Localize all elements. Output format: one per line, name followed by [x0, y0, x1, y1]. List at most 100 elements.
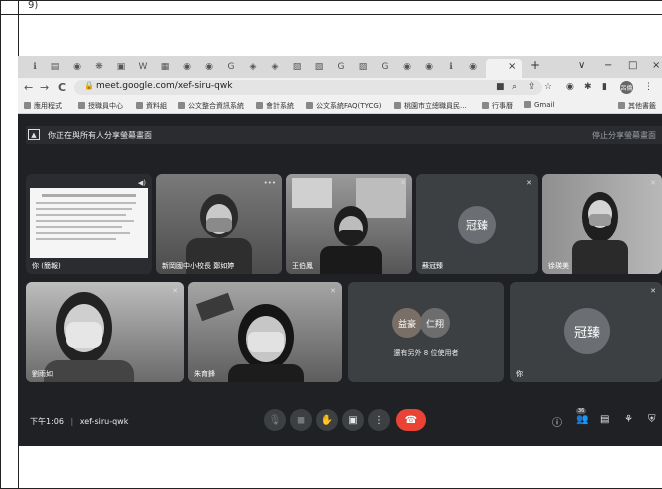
meeting-controls-bar: 下午1:06 | xef-siru-qwk 🎙 ◼ ✋ ▣ ⋮ ☎ ⓘ 36 👥…: [18, 400, 662, 446]
bookmark-item[interactable]: 公文系統FAQ(TYCG): [306, 101, 382, 111]
mic-off-icon: ✕: [526, 179, 532, 187]
active-tab[interactable]: ×: [486, 59, 522, 78]
share-icon[interactable]: ⇪: [528, 82, 536, 92]
participant-tile[interactable]: ✕ 朱育鋒: [188, 282, 342, 382]
camera-icon[interactable]: ■: [496, 82, 505, 92]
participant-tile[interactable]: ✕ 王伯鳳: [286, 174, 412, 274]
stop-presenting-button[interactable]: 停止分享螢幕畫面: [592, 130, 656, 141]
tab-icon[interactable]: ◉: [178, 60, 196, 74]
participant-tile[interactable]: ◀) 你 (簡報): [26, 174, 152, 274]
participant-tile[interactable]: ✕ 劉雨如: [26, 282, 184, 382]
globe-icon: [256, 102, 263, 109]
extension-icon[interactable]: ◉: [566, 82, 574, 92]
tab-icon[interactable]: ◈: [266, 60, 284, 74]
avatar: 冠臻: [564, 308, 610, 354]
bookmark-item[interactable]: 行事曆: [482, 101, 513, 111]
tab-icon[interactable]: G: [332, 60, 350, 74]
participant-tile[interactable]: ••• 新岡國中小校長 鄭如婷: [156, 174, 282, 274]
presenting-banner: ▲ 你正在與所有人分享螢幕畫面 停止分享螢幕畫面: [26, 126, 662, 144]
mic-off-icon: ✕: [330, 287, 336, 295]
bookmark-item[interactable]: 資料組: [136, 101, 167, 111]
tab-icon[interactable]: ◉: [398, 60, 416, 74]
people-icon[interactable]: 👥: [576, 414, 588, 425]
tab-icon[interactable]: ◉: [68, 60, 86, 74]
back-icon[interactable]: ←: [24, 81, 33, 94]
bookmark-item[interactable]: 授職員中心: [78, 101, 123, 111]
tab-strip: ℹ ▤ ◉ ❋ ▣ W ▦ ◉ ◉ G ◈ ◈ ▧ ▧ G ▨ G ◉ ◉ ℹ …: [18, 56, 662, 78]
present-icon: ▲: [28, 129, 40, 140]
tab-icon[interactable]: ℹ: [26, 60, 44, 74]
tab-icon[interactable]: G: [376, 60, 394, 74]
url-text[interactable]: meet.google.com/xef-siru-qwk: [96, 81, 232, 91]
bookmark-item[interactable]: 公文整合資訊系統: [178, 101, 244, 111]
close-window-button[interactable]: ×: [652, 60, 660, 71]
close-tab-icon[interactable]: ×: [508, 61, 516, 72]
puzzle-icon[interactable]: ✱: [584, 82, 592, 92]
info-icon[interactable]: ⓘ: [552, 414, 562, 429]
more-options-button[interactable]: ⋮: [368, 409, 390, 431]
chat-icon[interactable]: ▤: [600, 414, 609, 425]
sidepanel-icon[interactable]: ▮: [602, 82, 607, 92]
reload-icon[interactable]: C: [58, 81, 66, 94]
minimize-button[interactable]: −: [604, 60, 612, 71]
folder-icon: [618, 102, 625, 109]
tab-icon[interactable]: G: [222, 60, 240, 74]
participant-tile[interactable]: 冠臻 ✕ 蘇冠臻: [416, 174, 538, 274]
forward-icon[interactable]: →: [40, 81, 49, 94]
tab-icon[interactable]: ▦: [156, 60, 174, 74]
new-tab-button[interactable]: +: [530, 58, 540, 72]
tab-search-icon[interactable]: ∨: [578, 60, 585, 71]
tab-icon[interactable]: ▨: [354, 60, 372, 74]
lock-icon: 🔒: [84, 81, 94, 90]
leave-call-button[interactable]: ☎: [396, 409, 426, 431]
volume-icon: ◀): [137, 179, 146, 187]
participant-tile[interactable]: 冠臻 ✕ 你: [510, 282, 662, 382]
profile-avatar[interactable]: 呂倫: [620, 81, 633, 94]
bookmark-item[interactable]: 會計系統: [256, 101, 294, 111]
doc-icon: [306, 102, 313, 109]
present-button[interactable]: ▣: [342, 409, 364, 431]
more-participants-label: 還有另外 8 位使用者: [393, 349, 459, 357]
tab-icon[interactable]: ▤: [46, 60, 64, 74]
tab-icon[interactable]: ◉: [420, 60, 438, 74]
menu-icon[interactable]: ⋮: [644, 82, 653, 92]
tab-icon[interactable]: ℹ: [442, 60, 460, 74]
meeting-code: xef-siru-qwk: [79, 417, 129, 426]
bookmark-item[interactable]: 桃園市立總職員民...: [394, 101, 467, 111]
participant-tile[interactable]: ✕ 徐瑛美: [542, 174, 662, 274]
page-frame: 9) ℹ ▤ ◉ ❋ ▣ W ▦ ◉ ◉ G ◈ ◈ ▧ ▧ G ▨ G ◉ ◉…: [0, 0, 662, 489]
bookmark-item[interactable]: 其他書籤: [618, 101, 656, 111]
avatar: 冠臻: [458, 206, 496, 244]
tab-icon[interactable]: ▧: [310, 60, 328, 74]
activities-icon[interactable]: ⚘: [624, 414, 633, 425]
avatar: 仁翔: [420, 308, 450, 338]
host-controls-icon[interactable]: ⛨: [648, 414, 656, 425]
meeting-info: 下午1:06 | xef-siru-qwk: [30, 417, 129, 426]
bookmark-star-icon[interactable]: ☆: [544, 82, 552, 92]
tab-icon[interactable]: ◈: [244, 60, 262, 74]
raise-hand-button[interactable]: ✋: [316, 409, 338, 431]
meet-page: ▲ 你正在與所有人分享螢幕畫面 停止分享螢幕畫面 ◀) 你 (簡報) ••• 新…: [18, 114, 662, 446]
participant-name: 王伯鳳: [292, 262, 313, 270]
browser-screenshot: ℹ ▤ ◉ ❋ ▣ W ▦ ◉ ◉ G ◈ ◈ ▧ ▧ G ▨ G ◉ ◉ ℹ …: [18, 56, 662, 446]
audio-level-icon: •••: [263, 179, 276, 187]
corner-label: 9): [28, 0, 39, 11]
mic-off-icon: ✕: [172, 287, 178, 295]
participant-group-tile[interactable]: 益豪 仁翔 還有另外 8 位使用者: [348, 282, 504, 382]
bookmark-item[interactable]: 應用程式: [24, 101, 62, 111]
participant-name: 新岡國中小校長 鄭如婷: [162, 262, 235, 270]
tab-icon[interactable]: ▣: [112, 60, 130, 74]
bookmark-item[interactable]: Gmail: [524, 101, 554, 109]
tab-icon[interactable]: ▧: [288, 60, 306, 74]
tab-icon[interactable]: W: [134, 60, 152, 74]
mic-button[interactable]: 🎙: [264, 409, 286, 431]
tab-icon[interactable]: ◉: [464, 60, 482, 74]
zoom-icon[interactable]: ⌕: [512, 82, 517, 92]
tab-icon[interactable]: ◉: [200, 60, 218, 74]
camera-button[interactable]: ◼: [290, 409, 312, 431]
gmail-icon: [524, 101, 531, 108]
participant-name: 蘇冠臻: [422, 262, 443, 270]
maximize-button[interactable]: □: [628, 60, 637, 71]
participant-name: 徐瑛美: [548, 262, 569, 270]
tab-icon[interactable]: ❋: [90, 60, 108, 74]
